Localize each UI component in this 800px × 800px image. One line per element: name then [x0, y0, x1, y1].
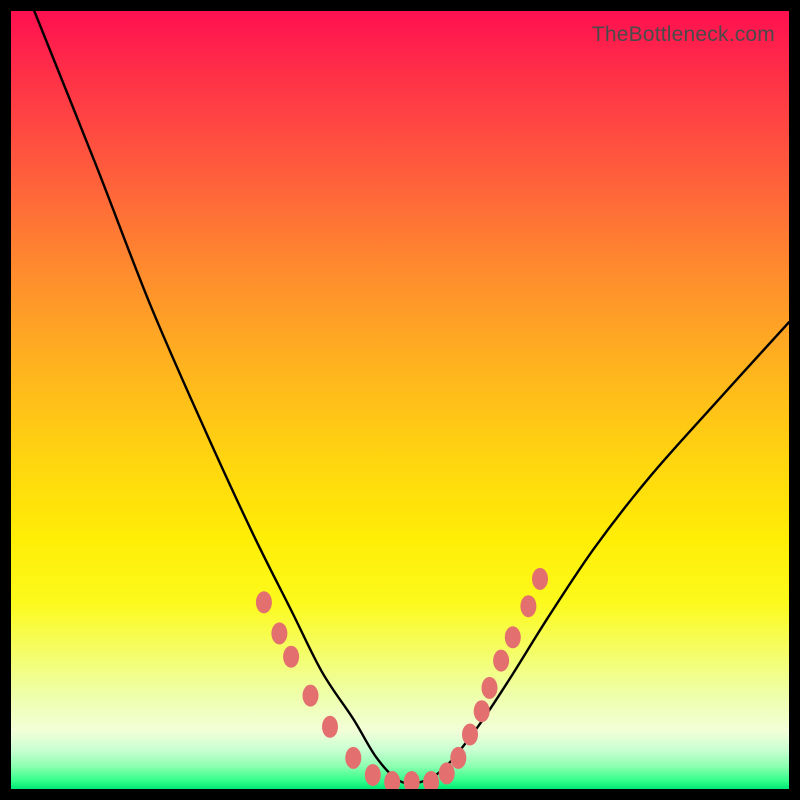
highlight-dot: [303, 685, 319, 707]
highlight-dot: [532, 568, 548, 590]
highlight-dot: [450, 747, 466, 769]
highlight-dot: [404, 771, 420, 789]
highlight-dot: [271, 622, 287, 644]
highlight-dot: [505, 626, 521, 648]
highlight-dot: [482, 677, 498, 699]
highlight-dot: [439, 762, 455, 784]
highlight-dot: [322, 716, 338, 738]
highlight-dot: [283, 646, 299, 668]
chart-outer-frame: TheBottleneck.com: [0, 0, 800, 800]
highlight-dot: [462, 724, 478, 746]
highlight-dots-group: [256, 568, 548, 789]
highlight-dot: [520, 595, 536, 617]
highlight-dot: [474, 700, 490, 722]
chart-plot-area: TheBottleneck.com: [11, 11, 789, 789]
highlight-dot: [345, 747, 361, 769]
highlight-dot: [256, 591, 272, 613]
bottleneck-curve-svg: [11, 11, 789, 789]
highlight-dot: [493, 650, 509, 672]
bottleneck-curve-path: [34, 11, 789, 784]
highlight-dot: [365, 764, 381, 786]
highlight-dot: [384, 771, 400, 789]
